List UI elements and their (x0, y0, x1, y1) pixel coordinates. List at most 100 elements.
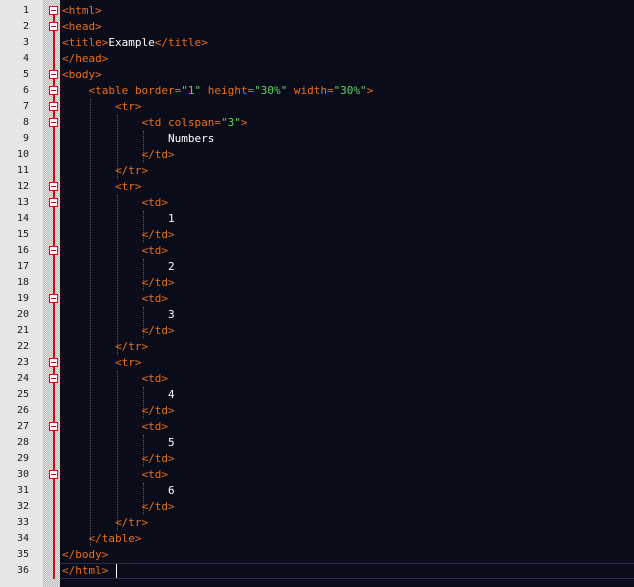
code-line[interactable]: 18 </td> (0, 275, 634, 291)
code-line[interactable]: 35 </body> (0, 547, 634, 563)
html-tag-token: <td> (141, 196, 168, 209)
attribute-value-token: "3" (220, 116, 241, 129)
text-caret (116, 564, 117, 578)
code-line[interactable]: 16 <td> (0, 243, 634, 259)
attribute-value-token: "1" (181, 84, 202, 97)
code-line[interactable]: 33 </tr> (0, 515, 634, 531)
text-token: Numbers (62, 132, 215, 145)
line-code: </td> (62, 323, 174, 339)
collapse-minus-icon[interactable] (49, 374, 58, 383)
line-number: 2 (22, 21, 29, 32)
line-number: 3 (22, 37, 29, 48)
line-code: </html> (62, 563, 108, 579)
line-number: 20 (16, 309, 29, 320)
code-line[interactable]: 5 <body> (0, 67, 634, 83)
code-line[interactable]: 4 </head> (0, 51, 634, 67)
code-line[interactable]: 31 6 (0, 483, 634, 499)
collapse-minus-icon[interactable] (49, 358, 58, 367)
line-number: 16 (16, 245, 29, 256)
collapse-minus-icon[interactable] (49, 102, 58, 111)
code-line[interactable]: 15 </td> (0, 227, 634, 243)
code-editor[interactable]: 1 <html> 2 <head> 3 <title>Example</title> 4 </… (0, 0, 634, 587)
code-line[interactable]: 22 </tr> (0, 339, 634, 355)
html-tag-token: > (366, 84, 374, 97)
collapse-minus-icon[interactable] (49, 198, 58, 207)
line-code: </td> (62, 451, 174, 467)
line-code: 1 (62, 211, 175, 227)
html-tag-token: > (240, 116, 248, 129)
code-line[interactable]: 1 <html> (0, 3, 634, 19)
code-line[interactable]: 23 <tr> (0, 355, 634, 371)
code-line[interactable]: 13 <td> (0, 195, 634, 211)
code-line[interactable]: 36 </html> (0, 563, 634, 579)
line-number: 10 (16, 149, 29, 160)
collapse-minus-icon[interactable] (49, 118, 58, 127)
code-line[interactable]: 25 4 (0, 387, 634, 403)
line-code: <td> (62, 195, 168, 211)
line-code: </td> (62, 499, 174, 515)
code-line[interactable]: 27 <td> (0, 419, 634, 435)
collapse-minus-icon[interactable] (49, 86, 58, 95)
collapse-minus-icon[interactable] (49, 246, 58, 255)
line-number: 5 (22, 69, 29, 80)
code-line[interactable]: 24 <td> (0, 371, 634, 387)
attribute-name-token: height= (201, 84, 255, 97)
code-line[interactable]: 12 <tr> (0, 179, 634, 195)
line-number: 33 (16, 517, 29, 528)
line-number: 35 (16, 549, 29, 560)
code-line[interactable]: 2 <head> (0, 19, 634, 35)
text-token: 1 (62, 212, 175, 225)
html-tag-token: </td> (141, 276, 175, 289)
line-code: <table border="1" height="30%" width="30… (62, 83, 374, 99)
line-number: 23 (16, 357, 29, 368)
code-line[interactable]: 26 </td> (0, 403, 634, 419)
code-line[interactable]: 8 <td colspan="3"> (0, 115, 634, 131)
code-line[interactable]: 20 3 (0, 307, 634, 323)
code-line[interactable]: 10 </td> (0, 147, 634, 163)
line-code: </td> (62, 147, 174, 163)
collapse-minus-icon[interactable] (49, 470, 58, 479)
code-line[interactable]: 30 <td> (0, 467, 634, 483)
code-line[interactable]: 29 </td> (0, 451, 634, 467)
line-number: 25 (16, 389, 29, 400)
line-number: 26 (16, 405, 29, 416)
collapse-minus-icon[interactable] (49, 22, 58, 31)
code-line[interactable]: 19 <td> (0, 291, 634, 307)
collapse-minus-icon[interactable] (49, 422, 58, 431)
code-line[interactable]: 28 5 (0, 435, 634, 451)
collapse-minus-icon[interactable] (49, 70, 58, 79)
line-number: 14 (16, 213, 29, 224)
code-line[interactable]: 3 <title>Example</title> (0, 35, 634, 51)
code-line[interactable]: 6 <table border="1" height="30%" width="… (0, 83, 634, 99)
collapse-minus-icon[interactable] (49, 294, 58, 303)
text-token: 6 (62, 484, 175, 497)
collapse-minus-icon[interactable] (49, 6, 58, 15)
line-code: <td colspan="3"> (62, 115, 247, 131)
code-line[interactable]: 7 <tr> (0, 99, 634, 115)
code-line[interactable]: 17 2 (0, 259, 634, 275)
code-line[interactable]: 21 </td> (0, 323, 634, 339)
collapse-minus-icon[interactable] (49, 182, 58, 191)
line-code: <tr> (62, 355, 142, 371)
code-line[interactable]: 32 </td> (0, 499, 634, 515)
text-token: 4 (62, 388, 175, 401)
code-line[interactable]: 9 Numbers (0, 131, 634, 147)
attribute-value-token: "30%" (333, 84, 367, 97)
code-line[interactable]: 11 </tr> (0, 163, 634, 179)
code-line[interactable]: 14 1 (0, 211, 634, 227)
html-tag-token: <td> (141, 468, 168, 481)
code-line[interactable]: 34 </table> (0, 531, 634, 547)
text-token: 3 (62, 308, 175, 321)
line-number: 8 (22, 117, 29, 128)
